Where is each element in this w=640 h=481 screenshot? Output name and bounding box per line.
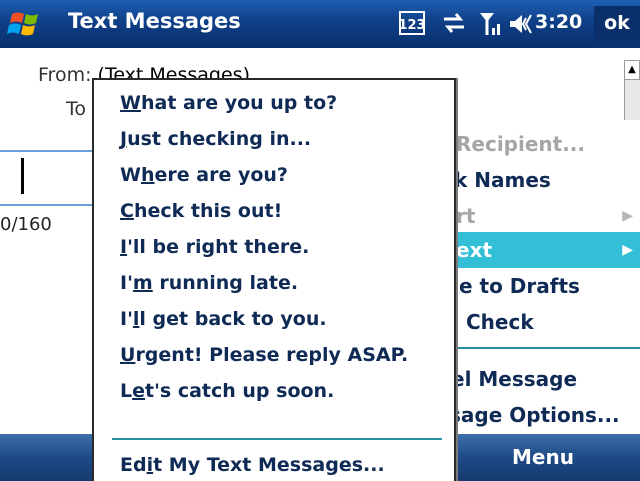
submenu-item-where-are-you[interactable]: Where are you? (120, 158, 288, 192)
ok-button[interactable]: ok (594, 6, 640, 42)
volume-icon[interactable] (508, 10, 534, 42)
submenu-item-im-running-late[interactable]: I'm running late. (120, 266, 298, 300)
submenu-arrow-icon: ▶ (622, 242, 633, 258)
data-connection-icon[interactable] (440, 10, 468, 40)
window-title: Text Messages (68, 9, 241, 33)
body-divider (0, 204, 92, 206)
submenu-item-check-this-out[interactable]: Check this out! (120, 194, 282, 228)
submenu-arrow-icon: ▶ (622, 208, 633, 224)
header-divider (0, 150, 92, 152)
submenu-item-what-are-you-up-to[interactable]: What are you up to? (120, 86, 337, 120)
signal-strength-icon[interactable] (478, 10, 504, 42)
clock[interactable]: 3:20 (535, 11, 582, 33)
submenu-item-ill-get-back-to-you[interactable]: I'll get back to you. (120, 302, 327, 336)
scroll-up-arrow-icon[interactable]: ▲ (624, 60, 640, 80)
submenu-separator (112, 438, 442, 440)
menu-separator (451, 347, 640, 349)
submenu-item-edit-my-text-messages[interactable]: Edit My Text Messages... (120, 448, 385, 481)
submenu-item-urgent-please-reply[interactable]: Urgent! Please reply ASAP. (120, 338, 408, 372)
title-bar: Text Messages 123 3:20 ok (0, 0, 640, 48)
submenu-item-just-checking-in[interactable]: Just checking in... (120, 122, 311, 156)
text-caret[interactable] (21, 158, 24, 194)
to-label[interactable]: To (66, 98, 86, 120)
svg-text:123: 123 (398, 18, 425, 33)
windows-start-icon[interactable] (0, 0, 56, 48)
from-label: From: (38, 64, 92, 86)
submenu-item-lets-catch-up-soon[interactable]: Let's catch up soon. (120, 374, 334, 408)
menu-softkey-button[interactable]: Menu (458, 434, 628, 481)
input-123-icon[interactable]: 123 (398, 10, 426, 40)
character-counter: 0/160 (0, 214, 52, 235)
my-text-submenu: What are you up to? Just checking in... … (92, 78, 456, 481)
submenu-item-ill-be-right-there[interactable]: I'll be right there. (120, 230, 309, 264)
